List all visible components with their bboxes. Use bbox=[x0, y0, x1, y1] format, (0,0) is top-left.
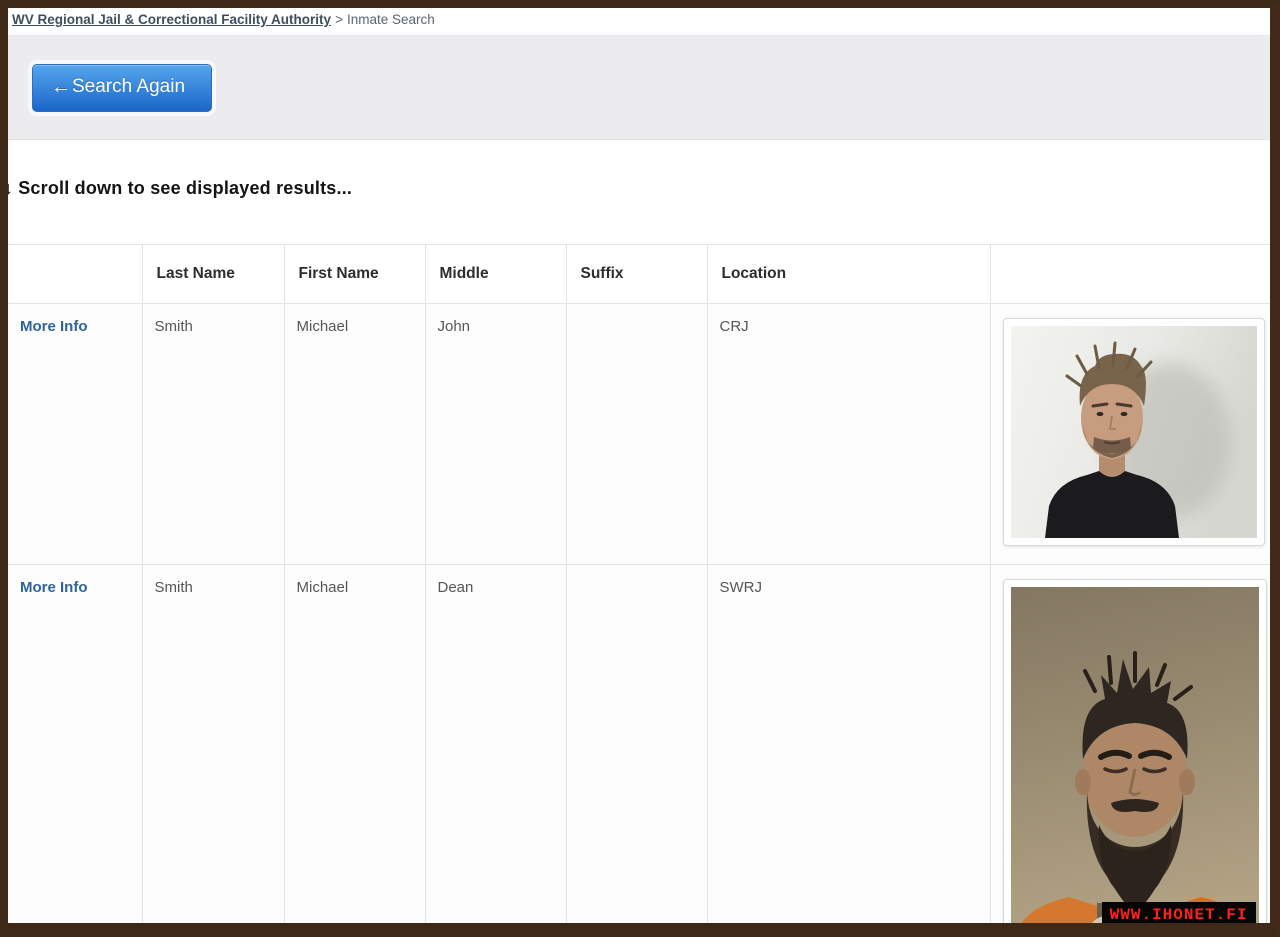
cell-suffix bbox=[566, 565, 707, 937]
inmate-results-table: Last Name First Name Middle Suffix Locat… bbox=[8, 244, 1270, 937]
cell-suffix bbox=[566, 304, 707, 565]
cell-first-name: Michael bbox=[284, 565, 425, 937]
scroll-notice: ↓Scroll down to see displayed results... bbox=[4, 178, 1270, 199]
more-info-link-row1[interactable]: More Info bbox=[20, 318, 88, 335]
breadcrumb-current-page: Inmate Search bbox=[347, 12, 435, 27]
scroll-notice-text: Scroll down to see displayed results... bbox=[18, 178, 352, 198]
header-last-name: Last Name bbox=[142, 245, 284, 304]
back-arrow-icon: ← bbox=[51, 76, 71, 99]
cell-location: CRJ bbox=[707, 304, 990, 565]
header-location: Location bbox=[707, 245, 990, 304]
cell-last-name: Smith bbox=[142, 565, 284, 937]
cell-middle: Dean bbox=[425, 565, 566, 937]
toolbar-panel: ← Search Again bbox=[8, 36, 1270, 140]
ihonet-watermark: WWW.IHONET.FI bbox=[1102, 902, 1256, 928]
breadcrumb-separator: > bbox=[335, 12, 343, 27]
mugshot-photo-row2: WWW.IHONET.FI bbox=[1003, 579, 1267, 937]
header-photo bbox=[990, 245, 1270, 304]
cell-location: SWRJ bbox=[707, 565, 990, 937]
cell-last-name: Smith bbox=[142, 304, 284, 565]
inmate-search-page: WV Regional Jail & Correctional Facility… bbox=[0, 0, 1280, 937]
table-row: More Info Smith Michael John CRJ bbox=[8, 304, 1270, 565]
down-arrow-icon: ↓ bbox=[4, 178, 13, 198]
header-suffix: Suffix bbox=[566, 245, 707, 304]
cell-middle: John bbox=[425, 304, 566, 565]
search-again-button[interactable]: ← Search Again bbox=[32, 64, 212, 112]
search-again-label: Search Again bbox=[72, 76, 185, 98]
header-action bbox=[8, 245, 142, 304]
more-info-link-row2[interactable]: More Info bbox=[20, 579, 88, 596]
header-first-name: First Name bbox=[284, 245, 425, 304]
table-row: More Info Smith Michael Dean SWRJ bbox=[8, 565, 1270, 937]
breadcrumb-authority-link[interactable]: WV Regional Jail & Correctional Facility… bbox=[12, 12, 331, 27]
cell-first-name: Michael bbox=[284, 304, 425, 565]
header-middle: Middle bbox=[425, 245, 566, 304]
table-header-row: Last Name First Name Middle Suffix Locat… bbox=[8, 245, 1270, 304]
breadcrumb: WV Regional Jail & Correctional Facility… bbox=[8, 8, 1270, 36]
mugshot-photo-row1 bbox=[1003, 318, 1265, 546]
